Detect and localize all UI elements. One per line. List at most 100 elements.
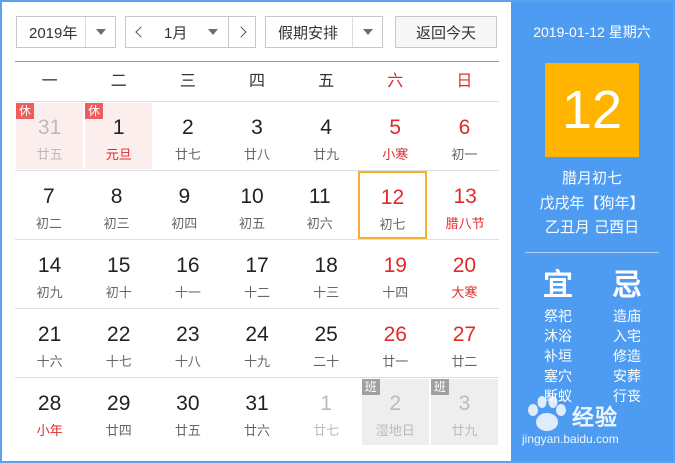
day-cell[interactable]: 31 廿六 [223,379,290,445]
ji-item: 造庙 [613,308,641,324]
day-cell[interactable]: 19 十四 [362,241,429,307]
lunar-label: 十六 [36,354,63,369]
ji-item: 安葬 [613,368,641,384]
lunar-label: 十一 [174,285,201,300]
ji-item: 修造 [613,348,641,364]
chevron-down-icon [85,17,115,47]
workday-badge: 班 [430,379,449,395]
lunar-label: 廿一 [382,354,409,369]
year-select-value: 2019年 [29,24,78,42]
week-row: 14 初九 15 初十 16 十一 17 十二 18 十三 19 十四 20 大寒 [15,239,499,308]
day-cell[interactable]: 15 初十 [85,241,152,307]
lunar-label: 廿五 [174,423,201,438]
day-number: 1 [320,392,332,415]
day-cell[interactable]: 14 初九 [16,241,83,307]
day-cell[interactable]: 10 初五 [219,172,285,238]
day-cell-today[interactable]: 12 初七 [357,171,428,239]
ji-column: 忌 造庙 入宅 修造 安葬 行丧 [597,266,657,406]
lunar-label: 廿九 [313,147,340,162]
day-cell[interactable]: 8 初三 [84,172,150,238]
lunar-label: 廿七 [174,147,201,162]
day-number: 30 [176,392,200,415]
day-number: 8 [110,185,123,208]
day-cell[interactable]: 16 十一 [154,241,221,307]
day-cell[interactable]: 25 二十 [293,310,360,376]
day-number: 10 [240,185,264,208]
day-number: 15 [107,254,131,277]
day-number: 21 [37,323,62,346]
day-cell[interactable]: 班 2 湿地日 [361,379,429,445]
day-number: 11 [308,185,331,208]
day-cell[interactable]: 7 初二 [16,172,82,238]
lunar-label: 二十 [313,354,340,369]
day-number: 29 [107,392,131,415]
lunar-label: 初五 [239,216,266,231]
day-cell[interactable]: 5 小寒 [362,103,429,169]
chevron-down-icon [198,17,228,47]
day-cell[interactable]: 11 初六 [287,172,353,238]
yi-heading: 宜 [543,269,573,302]
lunar-label: 元旦 [105,147,132,162]
ganzhi-month-day: 乙丑月 己酉日 [544,219,640,236]
weekday-label: 六 [387,73,404,90]
lunar-label: 廿二 [451,354,478,369]
weekday-label: 一 [41,73,58,90]
day-cell[interactable]: 9 初四 [151,172,217,238]
day-cell[interactable]: 班 3 廿九 [430,379,498,445]
day-number: 22 [107,323,131,346]
week-row: 休 31 廿五休 1 元旦 2 廿七 3 廿八 4 廿九 5 小寒 6 初一 [15,101,499,170]
day-cell[interactable]: 18 十三 [293,241,360,307]
day-cell[interactable]: 3 廿八 [223,103,290,169]
lunar-label: 廿八 [243,147,270,162]
day-cell[interactable]: 24 十九 [223,310,290,376]
weekday-label: 五 [318,73,335,90]
yi-item: 塞穴 [544,368,572,384]
day-number: 5 [389,116,402,139]
day-cell[interactable]: 4 廿九 [293,103,360,169]
day-cell[interactable]: 休 31 廿五 [16,103,84,169]
day-cell[interactable]: 26 廿一 [362,310,429,376]
day-number: 23 [176,323,200,346]
weekday-label: 四 [248,73,265,90]
divider [525,252,659,253]
day-cell[interactable]: 17 十二 [223,241,290,307]
lunar-label: 初一 [451,147,478,162]
next-month-button[interactable] [228,16,256,48]
lunar-label: 廿四 [105,423,132,438]
day-cell[interactable]: 28 小年 [16,379,83,445]
day-cell[interactable]: 1 廿七 [293,379,360,445]
holiday-rest-badge: 休 [85,103,104,119]
day-cell[interactable]: 13 腊八节 [432,172,498,238]
lunar-label: 湿地日 [375,423,415,438]
day-cell[interactable]: 27 廿二 [431,310,498,376]
lunar-label: 十三 [313,285,340,300]
day-cell[interactable]: 29 廿四 [85,379,152,445]
day-number: 18 [314,254,338,277]
day-number: 31 [245,392,269,415]
day-cell[interactable]: 21 十六 [16,310,83,376]
lunar-label: 十二 [243,285,270,300]
day-cell[interactable]: 6 初一 [431,103,498,169]
lunar-label: 廿九 [451,423,478,438]
back-to-today-button[interactable]: 返回今天 [395,16,497,48]
yi-column: 宜 祭祀 沐浴 补垣 塞穴 断蚁 [528,266,588,406]
lunar-label: 廿六 [243,423,270,438]
weekday-label: 二 [110,73,127,90]
day-cell[interactable]: 2 廿七 [154,103,221,169]
lunar-label: 初六 [306,216,333,231]
day-number: 13 [453,185,477,208]
prev-month-button[interactable] [125,16,153,48]
lunar-label: 初九 [36,285,63,300]
day-cell[interactable]: 30 廿五 [154,379,221,445]
day-cell[interactable]: 23 十八 [154,310,221,376]
lunar-label: 大寒 [451,285,478,300]
year-select[interactable]: 2019年 [16,16,116,48]
month-select[interactable]: 1月 [152,16,228,48]
lunar-label: 初二 [35,216,62,231]
holiday-select[interactable]: 假期安排 [265,16,383,48]
holiday-select-value: 假期安排 [278,24,339,42]
day-cell[interactable]: 20 大寒 [431,241,498,307]
day-cell[interactable]: 休 1 元旦 [85,103,153,169]
day-cell[interactable]: 22 十七 [85,310,152,376]
day-number: 20 [452,254,477,277]
